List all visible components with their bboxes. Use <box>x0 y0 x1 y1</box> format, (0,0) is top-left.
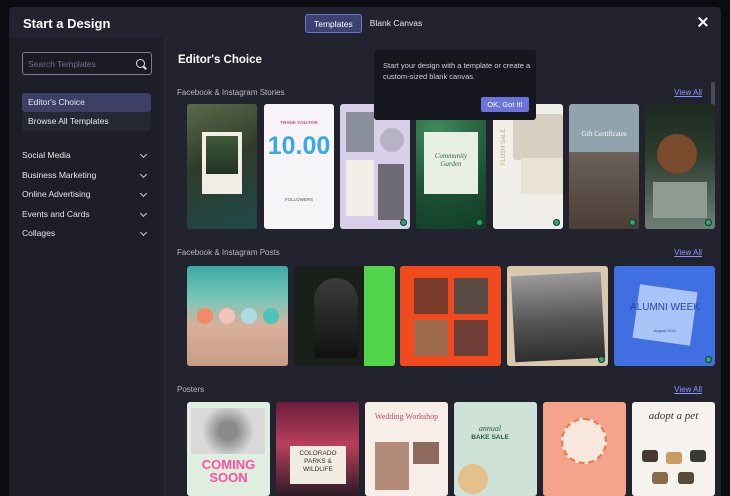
tooltip-text: Start your design with a template or cre… <box>383 61 531 81</box>
sidebar-category-collages[interactable]: Collages <box>22 228 148 242</box>
sidebar: Editor's Choice Browse All Templates Soc… <box>9 38 165 496</box>
close-icon[interactable] <box>697 16 709 28</box>
sidebar-category-business-marketing[interactable]: Business Marketing <box>22 170 148 184</box>
start-design-modal: Start a Design Templates Blank Canvas Ed… <box>9 7 721 496</box>
template-thumb-flush-sale[interactable]: FLUSH SALE <box>493 104 563 229</box>
template-thumb-wedding-workshop[interactable]: Wedding Workshop <box>365 402 448 496</box>
thumb-text: adopt a pet <box>648 410 699 422</box>
tab-blank-canvas[interactable]: Blank Canvas <box>362 14 430 33</box>
thumb-text: 10.00 <box>267 132 331 160</box>
template-thumb-gift-certificates[interactable]: Gift Certificates <box>569 104 639 229</box>
badge-icon <box>629 219 636 226</box>
thumb-text: FOLLOWERS <box>284 197 314 202</box>
modal-title: Start a Design <box>23 16 111 31</box>
got-it-button[interactable]: OK, Got It! <box>481 97 529 112</box>
template-thumb-sunburst-portrait[interactable] <box>543 402 626 496</box>
search-box <box>22 52 152 75</box>
onboarding-tooltip: Start your design with a template or cre… <box>374 50 536 120</box>
thumb-text: THANK YOU FOR <box>280 120 318 125</box>
template-thumb-bake-sale[interactable]: annual BAKE SALE <box>454 402 537 496</box>
sidebar-item-editors-choice[interactable]: Editor's Choice <box>22 93 151 112</box>
category-label: Online Advertising <box>22 189 91 199</box>
template-thumb-food-story[interactable] <box>645 104 715 229</box>
thumb-text: August 2022 <box>653 328 677 333</box>
template-thumb-adopt-a-pet[interactable]: adopt a pet <box>632 402 715 496</box>
view-all-posters-link[interactable]: View All <box>674 385 702 394</box>
thumb-text: ALUMNI WEEK <box>629 302 700 313</box>
thumb-text: COLORADO PARKS & WILDLIFE <box>299 450 337 473</box>
badge-icon <box>705 219 712 226</box>
sidebar-category-social-media[interactable]: Social Media <box>22 150 148 164</box>
sidebar-category-events-cards[interactable]: Events and Cards <box>22 209 148 223</box>
thumb-text: Community Garden <box>434 152 468 168</box>
mode-tabs: Templates Blank Canvas <box>305 14 430 33</box>
template-thumb-thank-you-story[interactable]: THANK YOU FOR 10.00 FOLLOWERS <box>264 104 334 229</box>
sidebar-item-browse-all[interactable]: Browse All Templates <box>22 112 151 131</box>
badge-icon <box>598 356 605 363</box>
template-thumb-forest-story[interactable] <box>187 104 257 229</box>
category-label: Events and Cards <box>22 209 90 219</box>
photo-frame <box>202 132 242 194</box>
template-thumb-alumni-week[interactable]: ALUMNI WEEK August 2022 <box>614 266 715 366</box>
thumb-text: Gift Certificates <box>581 130 627 138</box>
view-all-stories-link[interactable]: View All <box>674 88 702 97</box>
thumb-text: COMING SOON <box>201 457 256 485</box>
tab-templates[interactable]: Templates <box>305 14 362 33</box>
badge-icon <box>553 219 560 226</box>
modal-header: Start a Design Templates Blank Canvas <box>9 7 721 38</box>
badge-icon <box>705 356 712 363</box>
template-thumb-collage-story[interactable] <box>340 104 410 229</box>
thumb-text: annual <box>478 424 502 433</box>
thumb-text: BAKE SALE <box>471 434 509 441</box>
category-label: Business Marketing <box>22 170 97 180</box>
template-thumb-beach-palette[interactable] <box>187 266 288 366</box>
chevron-down-icon <box>139 170 148 179</box>
template-thumb-community-garden[interactable]: Community Garden <box>416 104 486 229</box>
thumb-text: Wedding Workshop <box>374 412 439 421</box>
template-thumb-photo-grid[interactable] <box>400 266 501 366</box>
badge-icon <box>400 219 407 226</box>
chevron-down-icon <box>139 189 148 198</box>
section-title-stories: Facebook & Instagram Stories <box>177 88 285 97</box>
template-thumb-colorado-parks[interactable]: COLORADO PARKS & WILDLIFE <box>276 402 359 496</box>
section-title-posts: Facebook & Instagram Posts <box>177 248 280 257</box>
template-thumb-road-couple[interactable] <box>507 266 608 366</box>
view-all-posts-link[interactable]: View All <box>674 248 702 257</box>
chevron-down-icon <box>139 209 148 218</box>
template-thumb-dj-livestream[interactable] <box>294 266 395 366</box>
search-input[interactable] <box>28 57 128 71</box>
section-title-posters: Posters <box>177 385 205 394</box>
chevron-down-icon <box>139 150 148 159</box>
chevron-down-icon <box>139 228 148 237</box>
category-label: Social Media <box>22 150 71 160</box>
thumb-text: FLUSH SALE <box>501 128 507 166</box>
template-gallery: Editor's Choice Facebook & Instagram Sto… <box>166 38 721 496</box>
sidebar-category-online-advertising[interactable]: Online Advertising <box>22 189 148 203</box>
page-title: Editor's Choice <box>178 54 262 66</box>
search-icon[interactable] <box>136 59 145 68</box>
badge-icon <box>476 219 483 226</box>
category-label: Collages <box>22 228 56 238</box>
template-thumb-coming-soon[interactable]: COMING SOON <box>187 402 270 496</box>
